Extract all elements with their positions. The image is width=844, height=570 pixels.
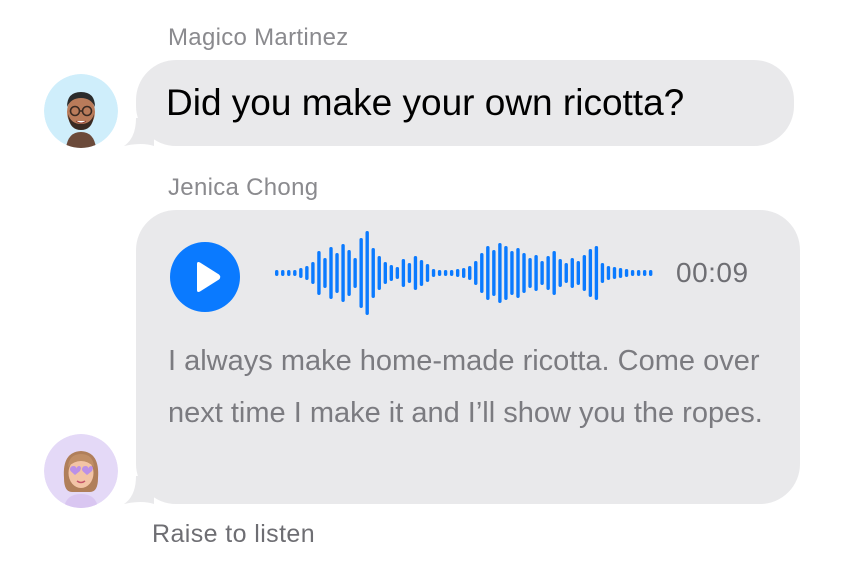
play-icon (197, 262, 221, 292)
waveform-bar (275, 270, 279, 276)
waveform-bar (648, 270, 653, 276)
waveform-bar (498, 243, 502, 303)
waveform-bar (558, 259, 562, 287)
waveform-bar (468, 266, 472, 280)
waveform-bar (474, 261, 478, 285)
waveform-bar (534, 255, 538, 291)
waveform-bar (377, 256, 381, 290)
waveform-bar (588, 249, 593, 297)
waveform-bar (624, 269, 629, 277)
message-bubble[interactable]: Did you make your own ricotta? (124, 60, 794, 146)
waveform-bar (431, 269, 436, 277)
waveform-bar (419, 260, 424, 286)
bubble-tail (124, 118, 154, 146)
waveform-bar (287, 270, 291, 276)
waveform-bar (443, 270, 448, 276)
sender-name: Jenica Chong (168, 174, 319, 201)
waveform-bar (606, 266, 611, 280)
waveform-bar (329, 247, 333, 299)
waveform-bar (455, 269, 460, 277)
waveform-bar (299, 268, 303, 278)
memoji-man-icon (44, 74, 118, 148)
waveform-bar (636, 270, 641, 276)
audio-waveform[interactable] (274, 228, 654, 318)
waveform-bar (401, 259, 406, 287)
waveform-bar (630, 270, 635, 276)
waveform-bar (546, 256, 550, 290)
waveform-bar (281, 270, 285, 276)
waveform-bar (480, 253, 484, 293)
waveform-bar (407, 263, 412, 283)
waveform-bar (341, 244, 345, 302)
waveform-bar (335, 253, 339, 293)
waveform-bar (347, 250, 351, 296)
conversation-view: Magico Martinez Did you make your own ri… (0, 0, 844, 570)
waveform-bar (359, 238, 363, 308)
waveform-bar (552, 251, 556, 295)
audio-message-bubble[interactable]: 00:09 I always make home-made ricotta. C… (124, 210, 800, 504)
waveform-bar (365, 231, 369, 315)
waveform-bar (437, 270, 442, 276)
avatar[interactable] (44, 434, 118, 508)
waveform-bar (462, 268, 466, 278)
waveform-bar (317, 251, 321, 295)
waveform-bar (504, 246, 508, 300)
waveform-bar (570, 258, 574, 288)
waveform-bar (395, 267, 400, 279)
avatar[interactable] (44, 74, 118, 148)
waveform-bar (594, 246, 599, 300)
bubble-tail (124, 476, 154, 504)
waveform-bar (642, 270, 647, 276)
waveform-bar (353, 258, 357, 288)
waveform-bar (323, 258, 327, 288)
message-text: Did you make your own ricotta? (166, 82, 685, 123)
waveform-bar (576, 261, 580, 285)
waveform-bar (612, 267, 617, 279)
waveform-bar (383, 262, 387, 284)
play-button[interactable] (170, 242, 240, 312)
waveform-bar (371, 248, 375, 298)
waveform-bar (492, 250, 496, 296)
audio-duration: 00:09 (676, 257, 749, 288)
waveform-bar (516, 248, 520, 298)
waveform-bar (600, 263, 605, 283)
waveform-bar (425, 264, 430, 282)
waveform-bar (486, 246, 490, 300)
raise-to-listen-label: Raise to listen (152, 520, 316, 548)
waveform-bar (305, 266, 309, 280)
waveform-bar (413, 256, 418, 290)
sender-name: Magico Martinez (168, 24, 349, 51)
waveform-bar (540, 261, 544, 285)
waveform-bar (582, 255, 587, 291)
waveform-bar (389, 265, 394, 281)
waveform-bar (311, 262, 315, 284)
waveform-bar (618, 268, 623, 278)
memoji-woman-icon (44, 434, 118, 508)
waveform-bar (528, 258, 532, 288)
waveform-bar (564, 263, 568, 283)
waveform-bar (449, 270, 454, 276)
audio-transcript: I always make home-made ricotta. Come ov… (168, 345, 763, 429)
waveform-bar (510, 251, 514, 295)
waveform-bar (293, 270, 297, 276)
waveform-bar (522, 253, 526, 293)
